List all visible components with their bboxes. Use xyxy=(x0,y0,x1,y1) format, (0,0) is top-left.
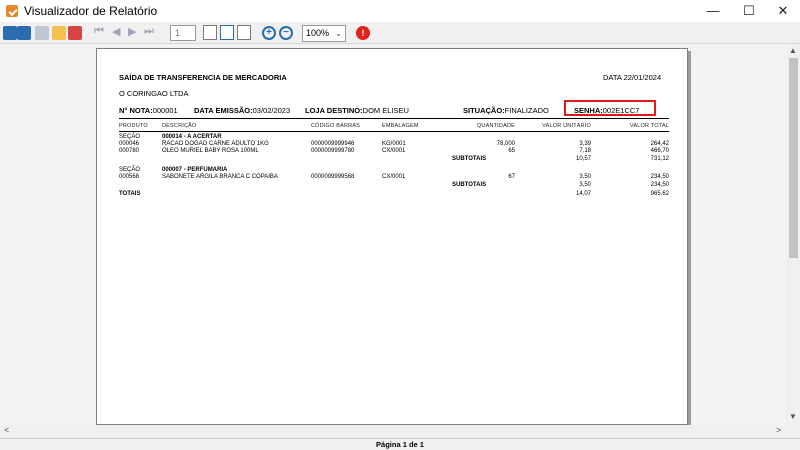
row-total: 466,70 xyxy=(650,148,669,154)
section-label: SEÇÃO xyxy=(119,167,141,173)
window-title: Visualizador de Relatório xyxy=(24,4,158,18)
col-quantidade: QUANTIDADE xyxy=(476,123,515,129)
header-divider xyxy=(119,118,669,119)
single-page-icon[interactable] xyxy=(203,25,217,40)
nota-field: N° NOTA:000001 xyxy=(119,106,178,115)
col-descricao: DESCRIÇÃO xyxy=(162,123,197,129)
emissao-value: 03/02/2023 xyxy=(252,106,291,115)
situacao-label: SITUAÇÃO: xyxy=(463,106,505,115)
row-unitario: 3,39 xyxy=(579,141,591,147)
first-page-icon[interactable]: ⏮ xyxy=(94,25,104,41)
scroll-down-icon[interactable]: ▼ xyxy=(789,412,797,421)
undo-icon[interactable] xyxy=(35,26,49,40)
zoom-in-icon[interactable]: + xyxy=(262,26,276,40)
senha-label: SENHA: xyxy=(574,106,603,115)
row-total: 234,50 xyxy=(650,174,669,180)
row-quantidade: 65 xyxy=(508,148,515,154)
row-quantidade: 67 xyxy=(508,174,515,180)
scrollbar-corner xyxy=(786,425,800,438)
date-label: DATA xyxy=(603,73,622,82)
date-value: 22/01/2024 xyxy=(623,73,662,82)
row-codigo: 0000009999780 xyxy=(311,148,355,154)
vertical-scrollbar[interactable]: ▲ ▼ xyxy=(786,44,800,425)
row-unitario: 7,18 xyxy=(579,148,591,154)
fit-height-icon[interactable] xyxy=(220,25,234,40)
section-label: SEÇÃO xyxy=(119,134,141,140)
row-produto: 000046 xyxy=(119,141,140,147)
company-name: O CORINGAO LTDA xyxy=(119,89,189,98)
section-name: 000007 - PERFUMARIA xyxy=(162,167,228,173)
col-total: VALOR TOTAL xyxy=(629,123,669,129)
row-descricao: SABONETE ARGILA BRANCA C COPAIBA xyxy=(162,174,278,180)
row-codigo: 0000099999568 xyxy=(311,174,355,180)
pdf-icon[interactable] xyxy=(68,26,82,40)
loja-label: LOJA DESTINO: xyxy=(305,106,363,115)
report-viewer: SAÍDA DE TRANSFERENCIA DE MERCADORIA DAT… xyxy=(0,44,786,425)
subtotal-total: 731,12 xyxy=(650,156,669,162)
status-bar: Página 1 de 1 xyxy=(0,438,800,450)
col-produto: PRODUTO xyxy=(119,123,148,129)
scroll-left-icon[interactable]: < xyxy=(4,425,9,435)
col-unitario: VALOR UNITÁRIO xyxy=(542,123,591,129)
zoom-value: 100% xyxy=(306,28,330,38)
row-total: 264,42 xyxy=(650,141,669,147)
last-page-icon[interactable]: ⏭ xyxy=(144,25,154,41)
emissao-label: DATA EMISSÃO: xyxy=(194,106,253,115)
emissao-field: DATA EMISSÃO:03/02/2023 xyxy=(194,106,290,115)
totals-total: 965,62 xyxy=(650,191,669,197)
save-all-icon[interactable] xyxy=(17,26,31,40)
next-page-icon[interactable]: ▶ xyxy=(128,25,136,41)
close-report-icon[interactable]: ! xyxy=(356,26,370,40)
senha-field: SENHA:002E1CC7 xyxy=(574,106,639,115)
title-bar: Visualizador de Relatório — ☐ ✕ xyxy=(0,0,800,22)
report-page: SAÍDA DE TRANSFERENCIA DE MERCADORIA DAT… xyxy=(96,48,688,425)
page-status: Página 1 de 1 xyxy=(376,440,424,449)
nota-label: N° NOTA: xyxy=(119,106,153,115)
export-icon[interactable] xyxy=(52,26,66,40)
close-button[interactable]: ✕ xyxy=(760,0,800,22)
columns-divider xyxy=(119,131,669,132)
subtotal-label: SUBTOTAIS xyxy=(452,156,487,162)
subtotal-label: SUBTOTAIS xyxy=(452,182,487,188)
col-codigo: CÓDIGO BARRAS xyxy=(311,123,361,129)
zoom-out-icon[interactable]: − xyxy=(279,26,293,40)
row-quantidade: 78,000 xyxy=(496,141,515,147)
scroll-right-icon[interactable]: > xyxy=(776,425,781,435)
totals-label: TOTAIS xyxy=(119,191,141,197)
app-icon xyxy=(6,5,18,17)
report-title: SAÍDA DE TRANSFERENCIA DE MERCADORIA xyxy=(119,73,287,82)
vertical-scroll-thumb[interactable] xyxy=(789,58,798,258)
loja-value: DOM ELISEU xyxy=(362,106,409,115)
nota-value: 000001 xyxy=(152,106,178,115)
row-descricao: RACAO DOGAO CARNE ADULTO 1KG xyxy=(162,141,269,147)
row-produto: 000780 xyxy=(119,148,140,154)
zoom-select[interactable]: 100% ⌄ xyxy=(302,25,346,42)
row-embalagem: KG/0001 xyxy=(382,141,406,147)
subtotal-total: 234,50 xyxy=(650,182,669,188)
report-date: DATA 22/01/2024 xyxy=(603,73,661,82)
row-produto: 000568 xyxy=(119,174,140,180)
col-embalagem: EMBALAGEM xyxy=(382,123,419,129)
situacao-field: SITUAÇÃO:FINALIZADO xyxy=(463,106,549,115)
row-unitario: 3,50 xyxy=(579,174,591,180)
toolbar: ⏮ ◀ ▶ ⏭ 1 + − 100% ⌄ ! xyxy=(0,22,800,44)
scroll-up-icon[interactable]: ▲ xyxy=(789,46,797,55)
totals-unitario: 14,07 xyxy=(575,191,591,197)
row-embalagem: CX/0001 xyxy=(382,174,406,180)
section-name: 000014 - A ACERTAR xyxy=(162,134,222,140)
loja-field: LOJA DESTINO:DOM ELISEU xyxy=(305,106,409,115)
fit-width-icon[interactable] xyxy=(237,25,251,40)
page-number-input[interactable]: 1 xyxy=(170,25,196,41)
row-embalagem: CX/0001 xyxy=(382,148,406,154)
chevron-down-icon: ⌄ xyxy=(335,29,342,38)
subtotal-unitario: 3,50 xyxy=(579,182,591,188)
row-descricao: OLEO MURIEL BABY ROSA 100ML xyxy=(162,148,259,154)
subtotal-unitario: 10,57 xyxy=(575,156,591,162)
situacao-value: FINALIZADO xyxy=(504,106,549,115)
horizontal-scrollbar[interactable]: < > xyxy=(0,425,786,438)
save-icon[interactable] xyxy=(3,26,17,40)
senha-value: 002E1CC7 xyxy=(602,106,640,115)
row-codigo: 0000009999946 xyxy=(311,141,355,147)
prev-page-icon[interactable]: ◀ xyxy=(112,25,120,41)
